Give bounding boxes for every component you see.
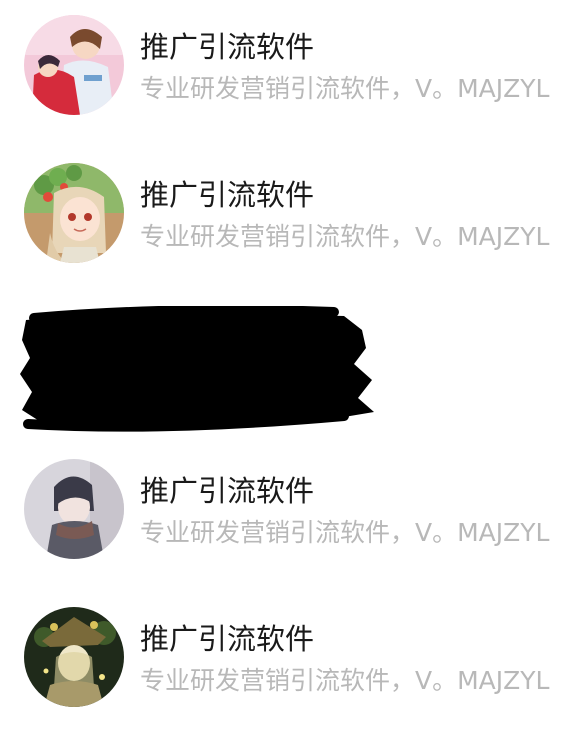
- contact-name: 推广引流软件: [140, 474, 315, 508]
- avatar-image: [24, 607, 124, 707]
- avatar: [24, 607, 124, 707]
- contact-description: 专业研发营销引流软件，V。MAJZYL: [140, 666, 550, 695]
- list-item[interactable]: 推广引流软件 专业研发营销引流软件，V。MAJZYL: [0, 454, 588, 564]
- avatar: [24, 15, 124, 115]
- avatar: [24, 459, 124, 559]
- avatar-image: [24, 459, 124, 559]
- contact-name: 推广引流软件: [140, 30, 315, 64]
- contact-description: 专业研发营销引流软件，V。MAJZYL: [140, 222, 550, 251]
- contact-description: 专业研发营销引流软件，V。MAJZYL: [140, 74, 550, 103]
- contact-name: 推广引流软件: [140, 178, 315, 212]
- avatar-image: [24, 163, 124, 263]
- list-item[interactable]: 推广引流软件 专业研发营销引流软件，V。MAJZYL: [0, 158, 588, 268]
- list-item[interactable]: 推广引流软件 专业研发营销引流软件，V。MAJZYL: [0, 602, 588, 712]
- redaction-scribble: [14, 305, 384, 434]
- contact-description: 专业研发营销引流软件，V。MAJZYL: [140, 518, 550, 547]
- contact-name: 推广引流软件: [140, 622, 315, 656]
- avatar: [24, 163, 124, 263]
- list-item[interactable]: 推广引流软件 专业研发营销引流软件，V。MAJZYL: [0, 10, 588, 120]
- avatar-image: [24, 15, 124, 115]
